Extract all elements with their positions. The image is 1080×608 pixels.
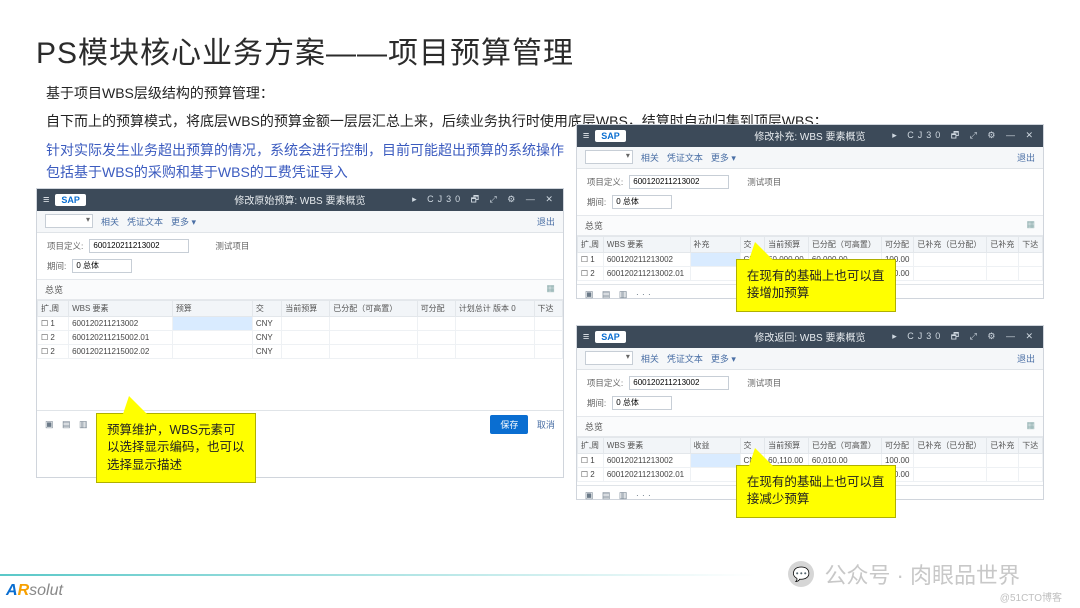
ribbon-link[interactable]: 凭证文本 bbox=[667, 352, 703, 365]
topbar-icons[interactable]: ▸ CJ30 🗗 ⤢ ⚙ — ✕ bbox=[892, 329, 1037, 345]
period-input[interactable] bbox=[72, 259, 132, 273]
ribbon-more[interactable]: 更多 bbox=[711, 352, 736, 365]
footer-tools[interactable]: ▣ ▤ ▥ ··· bbox=[585, 490, 654, 501]
ribbon-link[interactable]: 相关 bbox=[101, 215, 119, 228]
wechat-watermark: 💬公众号 · 肉眼品世界 bbox=[788, 558, 1020, 590]
proj-input[interactable] bbox=[89, 239, 189, 253]
menu-icon[interactable]: ≡ bbox=[43, 194, 49, 206]
callout-supplement: 在现有的基础上也可以直接增加预算 bbox=[736, 259, 896, 312]
window-title: 修改补充: WBS 要素概览 bbox=[754, 128, 865, 143]
section-label: 总览▦ bbox=[37, 279, 563, 300]
page-title: PS模块核心业务方案——项目预算管理 bbox=[36, 28, 1044, 72]
ribbon-exit[interactable]: 退出 bbox=[537, 215, 555, 228]
window-title: 修改返回: WBS 要素概览 bbox=[754, 329, 865, 344]
ribbon-select[interactable] bbox=[585, 150, 633, 164]
proj-label: 项目定义: bbox=[47, 240, 83, 252]
callout-main: 预算维护，WBS元素可以选择显示编码，也可以选择显示描述 bbox=[96, 413, 256, 484]
logo-watermark: ARsolut bbox=[6, 582, 63, 600]
period-label: 期间: bbox=[47, 260, 66, 272]
tool-icon[interactable]: ▦ bbox=[1026, 420, 1035, 433]
ribbon-link[interactable]: 凭证文本 bbox=[127, 215, 163, 228]
proj-input[interactable] bbox=[629, 376, 729, 390]
ribbon: 相关 凭证文本 更多 退出 bbox=[37, 211, 563, 233]
footer-tools[interactable]: ▣ ▤ ▥ ··· bbox=[585, 289, 654, 300]
period-input[interactable] bbox=[612, 195, 672, 209]
test-label: 测试项目 bbox=[215, 240, 249, 252]
callout-return: 在现有的基础上也可以直接减少预算 bbox=[736, 465, 896, 518]
source-watermark: @51CTO博客 bbox=[1000, 589, 1062, 604]
tool-icon[interactable]: ▦ bbox=[546, 283, 555, 296]
form-row: 项目定义: 测试项目 bbox=[37, 233, 563, 259]
ribbon-more[interactable]: 更多 bbox=[171, 215, 196, 228]
topbar-icons[interactable]: ▸ CJ30 🗗 ⤢ ⚙ — ✕ bbox=[892, 128, 1037, 144]
proj-label: 项目定义: bbox=[587, 176, 623, 188]
test-label: 测试项目 bbox=[747, 377, 781, 389]
tool-icon[interactable]: ▦ bbox=[1026, 219, 1035, 232]
ribbon-select[interactable] bbox=[585, 351, 633, 365]
proj-input[interactable] bbox=[629, 175, 729, 189]
menu-icon[interactable]: ≡ bbox=[583, 130, 589, 142]
save-button[interactable]: 保存 bbox=[490, 415, 528, 434]
period-label: 期间: bbox=[587, 397, 606, 409]
sap-logo: SAP bbox=[595, 130, 626, 142]
wechat-icon: 💬 bbox=[788, 561, 814, 587]
ribbon-exit[interactable]: 退出 bbox=[1017, 352, 1035, 365]
section-label: 总览 bbox=[585, 420, 603, 433]
section-label: 总览 bbox=[585, 219, 603, 232]
sap-logo: SAP bbox=[55, 194, 86, 206]
subtitle-1: 基于项目WBS层级结构的预算管理： bbox=[46, 82, 1044, 104]
budget-table[interactable]: 扩,周WBS 要素预算交当前预算已分配（可高置）可分配计划总计 版本 0下达 ☐… bbox=[37, 300, 563, 359]
window-title: 修改原始预算: WBS 要素概览 bbox=[234, 192, 365, 207]
topbar-icons[interactable]: ▸ CJ30 🗗 ⤢ ⚙ — ✕ bbox=[412, 192, 557, 208]
menu-icon[interactable]: ≡ bbox=[583, 331, 589, 343]
cancel-button[interactable]: 取消 bbox=[537, 420, 555, 430]
ribbon-select[interactable] bbox=[45, 214, 93, 228]
ribbon-link[interactable]: 相关 bbox=[641, 151, 659, 164]
ribbon-exit[interactable]: 退出 bbox=[1017, 151, 1035, 164]
form-row-2: 期间: bbox=[37, 259, 563, 279]
proj-label: 项目定义: bbox=[587, 377, 623, 389]
ribbon-link[interactable]: 凭证文本 bbox=[667, 151, 703, 164]
sap-topbar: ≡ SAP 修改原始预算: WBS 要素概览 ▸ CJ30 🗗 ⤢ ⚙ — ✕ bbox=[37, 189, 563, 211]
test-label: 测试项目 bbox=[747, 176, 781, 188]
ribbon-link[interactable]: 相关 bbox=[641, 352, 659, 365]
sap-logo: SAP bbox=[595, 331, 626, 343]
period-input[interactable] bbox=[612, 396, 672, 410]
ribbon-more[interactable]: 更多 bbox=[711, 151, 736, 164]
period-label: 期间: bbox=[587, 196, 606, 208]
